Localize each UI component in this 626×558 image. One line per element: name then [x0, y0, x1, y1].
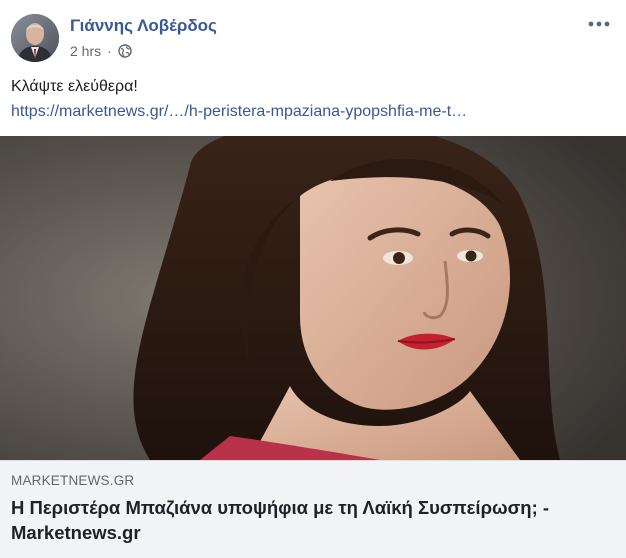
link-headline[interactable]: Η Περιστέρα Μπαζιάνα υποψήφια με τη Λαϊκ… [11, 495, 611, 545]
more-options-icon[interactable] [586, 14, 612, 34]
post-shared-link[interactable]: https://marketnews.gr/…/h-peristera-mpaz… [11, 103, 467, 121]
meta-separator: · [107, 43, 112, 59]
author-avatar[interactable] [11, 14, 59, 62]
post-timestamp[interactable]: 2 hrs [70, 43, 101, 59]
link-preview-card[interactable]: MARKETNEWS.GR Η Περιστέρα Μπαζιάνα υποψή… [0, 460, 626, 558]
avatar-photo [11, 14, 59, 62]
woman-portrait-photo [0, 136, 626, 460]
post-message: Κλάψτε ελεύθερα! [11, 78, 138, 95]
facebook-post: Γιάννης Λοβέρδος 2 hrs · Κλάψτε ελεύθερα… [0, 0, 626, 558]
post-meta: 2 hrs · [70, 42, 132, 60]
link-domain: MARKETNEWS.GR [11, 473, 135, 488]
globe-icon[interactable] [118, 44, 132, 58]
author-name[interactable]: Γιάννης Λοβέρδος [70, 16, 217, 36]
link-preview-image[interactable] [0, 136, 626, 460]
